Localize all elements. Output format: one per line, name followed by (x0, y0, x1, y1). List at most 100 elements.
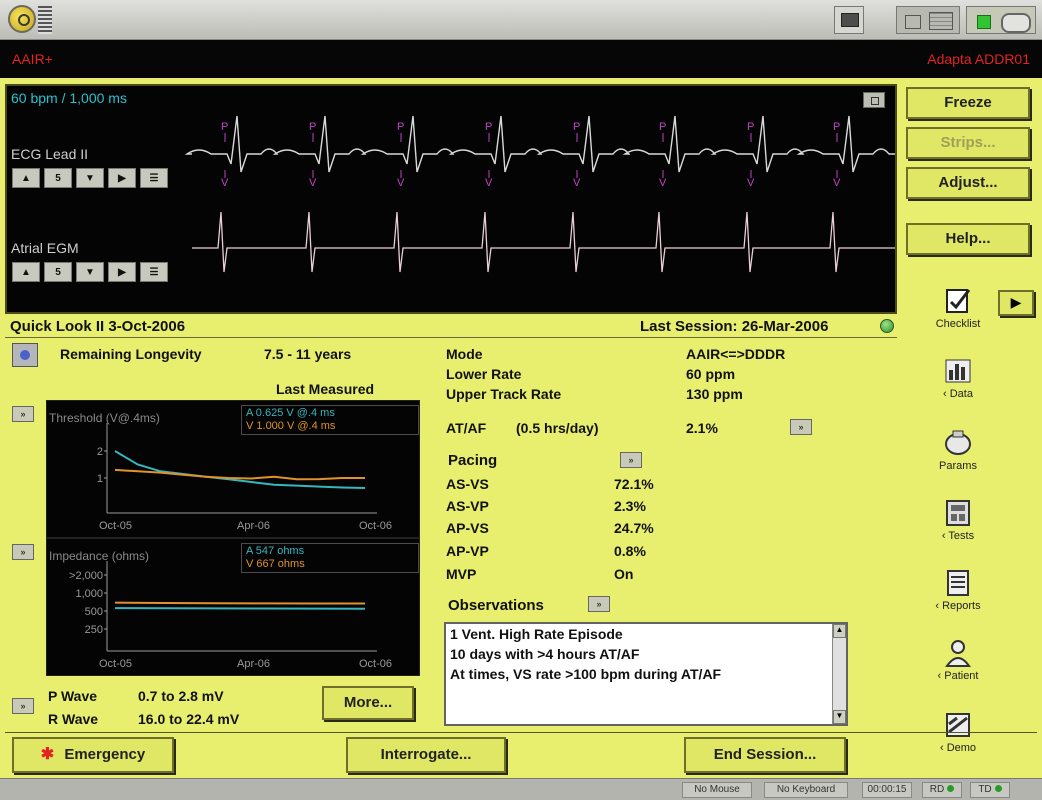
pacing-details-button[interactable]: » (620, 452, 642, 468)
end-session-button[interactable]: End Session... (684, 737, 846, 773)
pacing-row-value: 0.8% (614, 543, 646, 559)
status-bar: No Mouse No Keyboard 00:00:15 RD TD (0, 778, 1042, 800)
observations-title: Observations (448, 597, 544, 614)
pace-marker-label: P (833, 121, 840, 133)
battery-status-icon (966, 6, 1036, 34)
current-mode: AAIR+ (12, 51, 53, 67)
reports-icon (947, 570, 969, 596)
status-ok-icon (880, 319, 894, 333)
observation-item: 10 days with >4 hours AT/AF (450, 646, 640, 662)
mode-label: Mode (446, 346, 483, 362)
p-wave-label: P Wave (48, 688, 98, 704)
pacing-row-label: AP-VS (446, 520, 489, 536)
atrial-waveform (192, 211, 895, 273)
observations-list[interactable]: 1 Vent. High Rate Episode 10 days with >… (444, 622, 848, 726)
y-tick-label: 1 (97, 473, 103, 485)
pace-marker-label: P (659, 121, 666, 133)
ecg-waveform (184, 115, 895, 173)
atrial-egm-controls: ▲ 5 ▼ ▶ ☰ (12, 262, 168, 282)
patient-icon (945, 640, 971, 667)
x-tick-label: Oct-05 (99, 520, 132, 532)
patient-label: ‹ Patient (937, 670, 979, 682)
params-button[interactable]: Params (926, 428, 990, 472)
atrial-egm-label: Atrial EGM (11, 240, 79, 256)
interrogate-button[interactable]: Interrogate... (346, 737, 506, 773)
reports-button[interactable]: ‹ Reports (926, 568, 990, 612)
egm-source-button[interactable]: ▶ (108, 262, 136, 282)
print-icon[interactable] (834, 6, 864, 34)
lower-rate-value: 60 ppm (686, 366, 736, 382)
longevity-value: 7.5 - 11 years (264, 346, 352, 362)
td-label: TD (978, 784, 992, 795)
patient-button[interactable]: ‹ Patient (926, 638, 990, 682)
sense-marker-label: V (397, 177, 405, 189)
impedance-graph: Impedance (ohms) A 547 ohms V 667 ohms >… (46, 538, 420, 676)
ecg-lead-label: ECG Lead II (11, 146, 89, 162)
pace-marker-label: P (397, 121, 404, 133)
egm-scale-up-button[interactable]: ▲ (12, 262, 40, 282)
p-wave-value: 0.7 to 2.8 mV (138, 688, 224, 704)
x-tick-label: Oct-05 (99, 658, 132, 670)
strips-button[interactable]: Strips... (906, 127, 1030, 159)
ecg-scale-down-button[interactable]: ▼ (76, 168, 104, 188)
toolbar-grip-icon[interactable] (38, 6, 52, 34)
ecg-scale-value-button[interactable]: 5 (44, 168, 72, 188)
mvp-value: On (614, 566, 634, 582)
keyboard-status: No Keyboard (764, 782, 848, 798)
x-tick-label: Apr-06 (237, 520, 270, 532)
data-icon (945, 359, 971, 383)
y-tick-label: 500 (85, 606, 103, 618)
y-tick-label: 1,000 (75, 588, 103, 600)
series-line-v (114, 468, 365, 481)
scroll-down-icon[interactable]: ▼ (833, 710, 846, 724)
device-name: Adapta ADDR01 (927, 51, 1030, 67)
observations-scrollbar[interactable]: ▲ ▼ (832, 624, 846, 724)
egm-scale-value-button[interactable]: 5 (44, 262, 72, 282)
help-button[interactable]: Help... (906, 223, 1030, 255)
mvp-label: MVP (446, 566, 477, 582)
ataf-label: AT/AF (446, 420, 487, 436)
threshold-details-button[interactable]: » (12, 406, 34, 422)
td-status: TD (970, 782, 1010, 798)
ecg-menu-button[interactable]: ☰ (140, 168, 168, 188)
params-label: Params (939, 460, 977, 472)
window-layout-icon[interactable] (896, 6, 960, 34)
heart-rate-readout: 60 bpm / 1,000 ms (11, 90, 127, 106)
pace-marker-label: P (573, 121, 580, 133)
freeze-button[interactable]: Freeze (906, 87, 1030, 119)
r-wave-label: R Wave (48, 711, 99, 727)
pacing-row-value: 24.7% (614, 520, 654, 536)
mouse-status: No Mouse (682, 782, 752, 798)
tests-button[interactable]: ‹ Tests (926, 498, 990, 542)
impedance-details-button[interactable]: » (12, 544, 34, 560)
ecg-scale-up-button[interactable]: ▲ (12, 168, 40, 188)
more-button[interactable]: More... (322, 686, 414, 720)
ecg-source-button[interactable]: ▶ (108, 168, 136, 188)
pace-marker-label: P (747, 121, 754, 133)
emergency-button[interactable]: ✱ Emergency (12, 737, 174, 773)
observations-details-button[interactable]: » (588, 596, 610, 612)
adjust-button[interactable]: Adjust... (906, 167, 1030, 199)
emergency-label: Emergency (64, 746, 146, 763)
scroll-up-icon[interactable]: ▲ (833, 624, 846, 638)
battery-info-icon[interactable] (12, 343, 38, 367)
divider (5, 337, 897, 338)
divider (5, 732, 1037, 733)
ataf-sub: (0.5 hrs/day) (516, 420, 599, 436)
params-icon (945, 430, 971, 455)
egm-scale-down-button[interactable]: ▼ (76, 262, 104, 282)
data-label: ‹ Data (943, 388, 973, 400)
data-button[interactable]: ‹ Data (926, 356, 990, 400)
next-arrow-button[interactable]: ▶ (998, 290, 1034, 316)
tests-label: ‹ Tests (941, 530, 975, 542)
app-logo-icon (8, 5, 36, 33)
ataf-details-button[interactable]: » (790, 419, 812, 435)
waves-details-button[interactable]: » (12, 698, 34, 714)
checklist-button[interactable]: Checklist (926, 286, 990, 330)
series-line-a (114, 607, 366, 610)
ecg-expand-icon[interactable] (863, 92, 885, 108)
checklist-label: Checklist (935, 318, 981, 330)
egm-menu-button[interactable]: ☰ (140, 262, 168, 282)
series-line-a (114, 450, 366, 489)
ecg-lead-controls: ▲ 5 ▼ ▶ ☰ (12, 168, 168, 188)
